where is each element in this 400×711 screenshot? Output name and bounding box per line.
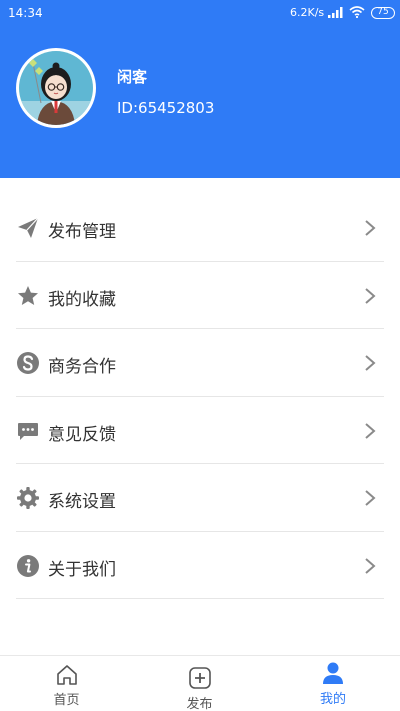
bottom-tab-bar: 首页 发布 我的	[0, 655, 400, 711]
tab-label: 发布	[186, 697, 213, 711]
s-circle-icon	[16, 351, 40, 375]
paper-plane-icon	[16, 216, 40, 240]
tab-home[interactable]: 首页	[0, 656, 133, 711]
chevron-right-icon	[364, 489, 376, 507]
settings-menu: 发布管理 我的收藏 商务合作 意见反馈 系统设置 关于我们	[0, 194, 400, 599]
profile-header: 14:34 6.2K/s 75 闲客 ID:65452803	[0, 0, 400, 178]
avatar[interactable]	[16, 48, 96, 128]
wifi-icon	[349, 6, 365, 21]
username: 闲客	[117, 68, 148, 86]
status-bar: 14:34 6.2K/s 75	[0, 0, 400, 26]
chevron-right-icon	[364, 354, 376, 372]
chat-bubble-icon	[16, 419, 40, 443]
menu-item-label: 发布管理	[48, 222, 116, 242]
menu-item-publish-management[interactable]: 发布管理	[16, 194, 384, 262]
menu-item-label: 系统设置	[48, 492, 116, 512]
status-time: 14:34	[8, 6, 43, 20]
menu-item-label: 我的收藏	[48, 289, 116, 310]
network-speed: 6.2K/s	[290, 6, 325, 19]
star-icon	[16, 284, 40, 308]
chevron-right-icon	[364, 219, 376, 237]
menu-item-label: 意见反馈	[48, 424, 116, 445]
plus-square-icon	[188, 666, 212, 690]
tab-label: 我的	[319, 692, 346, 707]
gear-icon	[16, 486, 40, 510]
menu-item-label: 关于我们	[48, 559, 116, 580]
tab-label: 首页	[53, 693, 80, 708]
tab-mine[interactable]: 我的	[266, 656, 400, 711]
menu-item-feedback[interactable]: 意见反馈	[16, 397, 384, 464]
menu-item-label: 商务合作	[48, 357, 116, 377]
signal-icon	[328, 7, 344, 21]
info-icon	[16, 554, 40, 578]
chevron-right-icon	[364, 422, 376, 440]
battery-icon: 75	[371, 7, 395, 19]
tab-publish[interactable]: 发布	[133, 656, 266, 711]
menu-item-favorites[interactable]: 我的收藏	[16, 262, 384, 329]
person-icon	[321, 661, 345, 685]
home-icon	[55, 663, 79, 687]
menu-item-business-cooperation[interactable]: 商务合作	[16, 329, 384, 397]
chevron-right-icon	[364, 287, 376, 305]
user-id: ID:65452803	[117, 99, 215, 117]
menu-item-system-settings[interactable]: 系统设置	[16, 464, 384, 532]
chevron-right-icon	[364, 557, 376, 575]
menu-item-about-us[interactable]: 关于我们	[16, 532, 384, 599]
